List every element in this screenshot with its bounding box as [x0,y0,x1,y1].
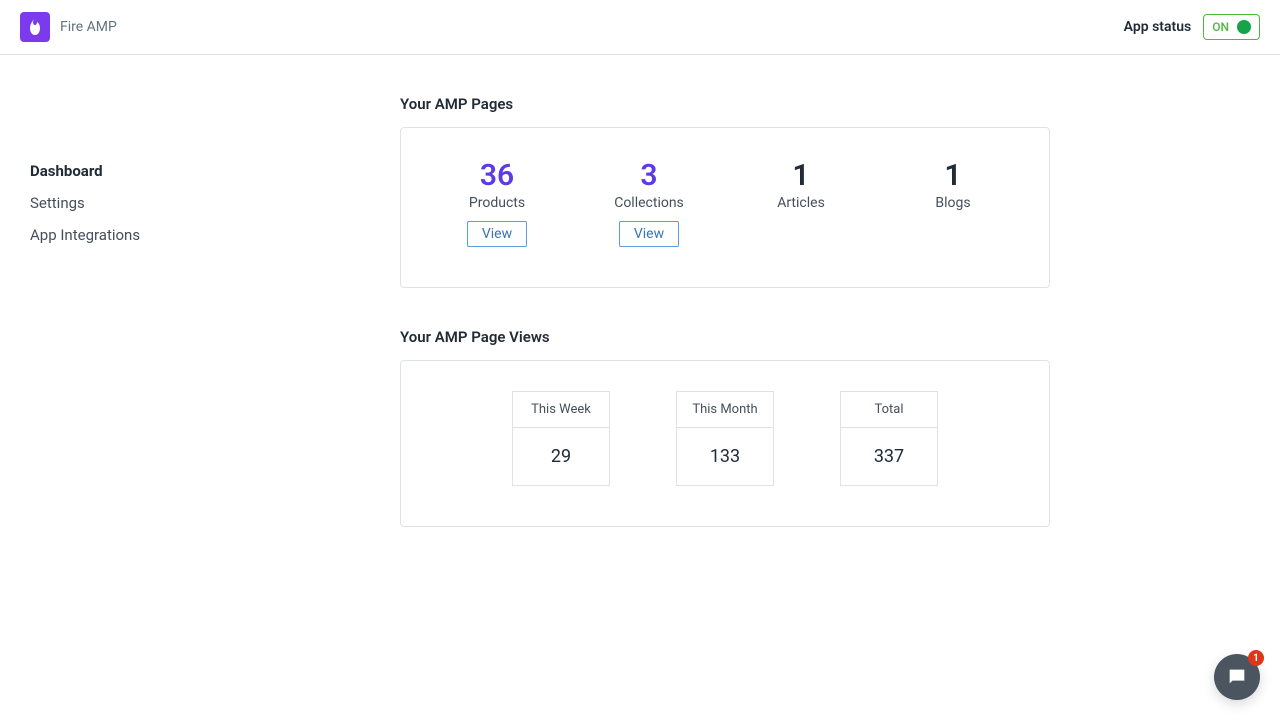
main-content: Your AMP Pages 36 Products View 3 Collec… [230,95,1280,527]
blogs-label: Blogs [893,195,1013,211]
total-label: Total [841,392,937,428]
blogs-count: 1 [893,158,1013,193]
products-label: Products [437,195,557,211]
sidebar-item-settings[interactable]: Settings [30,187,230,219]
stat-collections: 3 Collections View [589,158,709,247]
products-count: 36 [437,158,557,193]
status-text: ON [1212,20,1229,34]
chat-badge: 1 [1248,650,1264,666]
fire-icon [27,18,43,36]
week-value: 29 [513,428,609,485]
stat-articles: 1 Articles [741,158,861,247]
articles-label: Articles [741,195,861,211]
view-collections-button[interactable]: View [619,221,679,247]
header-right: App status ON [1124,14,1260,40]
sidebar-nav: Dashboard Settings App Integrations [0,95,230,527]
month-label: This Month [677,392,773,428]
chat-widget-button[interactable]: 1 [1214,654,1260,700]
status-indicator-dot [1237,20,1251,34]
month-value: 133 [677,428,773,485]
collections-count: 3 [589,158,709,193]
status-toggle[interactable]: ON [1203,14,1260,40]
total-value: 337 [841,428,937,485]
stat-products: 36 Products View [437,158,557,247]
main-container: Dashboard Settings App Integrations Your… [0,55,1280,527]
app-status-label: App status [1124,19,1192,35]
view-products-button[interactable]: View [467,221,527,247]
week-label: This Week [513,392,609,428]
view-stat-month: This Month 133 [676,391,774,486]
sidebar-item-app-integrations[interactable]: App Integrations [30,219,230,251]
articles-count: 1 [741,158,861,193]
amp-pages-card: 36 Products View 3 Collections View 1 Ar… [400,127,1050,288]
view-stat-total: Total 337 [840,391,938,486]
page-views-card: This Week 29 This Month 133 Total 337 [400,360,1050,527]
page-views-title: Your AMP Page Views [400,328,1280,346]
collections-label: Collections [589,195,709,211]
sidebar-item-dashboard[interactable]: Dashboard [30,155,230,187]
app-name: Fire AMP [60,19,117,35]
header-left: Fire AMP [20,12,117,42]
stat-blogs: 1 Blogs [893,158,1013,247]
amp-pages-title: Your AMP Pages [400,95,1280,113]
app-logo [20,12,50,42]
app-header: Fire AMP App status ON [0,0,1280,55]
view-stat-week: This Week 29 [512,391,610,486]
chat-icon [1226,666,1248,688]
